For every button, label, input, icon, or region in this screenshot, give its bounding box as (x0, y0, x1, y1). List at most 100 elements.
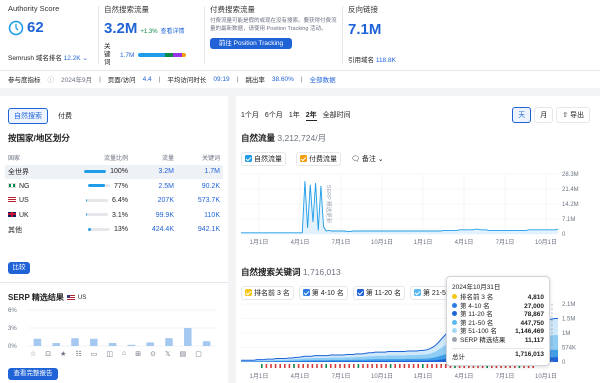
event-marker[interactable] (353, 364, 355, 368)
traffic-value[interactable]: 207K (131, 194, 177, 209)
event-marker[interactable] (408, 364, 410, 368)
serp-bar[interactable] (108, 343, 117, 346)
event-marker[interactable] (440, 364, 442, 368)
compare-button[interactable]: 比较 (8, 262, 30, 274)
event-marker[interactable] (412, 364, 415, 368)
event-marker[interactable] (274, 364, 277, 368)
event-marker[interactable] (417, 364, 419, 368)
referring-domains-value[interactable]: 118.8K (376, 57, 396, 64)
event-marker[interactable] (426, 364, 429, 368)
traffic-value[interactable]: 99.9K (131, 208, 177, 223)
table-row[interactable]: US 6.4% 207K 573.7K (5, 194, 223, 209)
keywords-value[interactable]: 90.2K (177, 179, 223, 194)
event-marker[interactable] (389, 364, 392, 368)
event-marker[interactable] (380, 364, 383, 368)
event-marker[interactable] (394, 364, 396, 368)
position-tracking-button[interactable]: 前往 Position Tracking (210, 38, 292, 49)
country-name[interactable]: 全世界 (5, 164, 77, 179)
kw-legend-item[interactable]: 第 11-20 名 (352, 286, 405, 300)
event-marker[interactable] (302, 364, 304, 368)
backlinks-value[interactable]: 7.1M (348, 21, 381, 38)
view-details-link[interactable]: 查看详情 (161, 26, 185, 35)
period-3[interactable]: 2年 (305, 110, 317, 121)
top-stories-icon[interactable]: ⊞ (135, 350, 141, 358)
country-name[interactable]: US (5, 194, 77, 209)
serp-bar[interactable] (202, 341, 211, 346)
event-marker[interactable] (297, 364, 300, 368)
legend-paid[interactable]: 付费流量 (296, 152, 341, 166)
local-pack-icon[interactable]: ⌂ (122, 350, 126, 358)
event-marker[interactable] (330, 364, 332, 368)
table-row[interactable]: 全世界 100% 3.2M 1.7M (5, 164, 223, 179)
keywords-value[interactable]: 942.1K (177, 223, 223, 238)
event-marker[interactable] (320, 364, 323, 368)
organic-traffic-value[interactable]: 3.2M (104, 20, 137, 37)
traffic-value[interactable]: 424.4K (131, 223, 177, 238)
image-pack-icon[interactable]: ⊡ (45, 350, 51, 358)
period-1[interactable]: 6个月 (265, 110, 283, 121)
period-0[interactable]: 1个月 (241, 110, 259, 121)
event-marker[interactable] (307, 364, 309, 368)
people-also-ask-icon[interactable]: ⊙ (150, 350, 156, 358)
granularity-day[interactable]: 天 (512, 107, 532, 123)
event-marker[interactable] (431, 364, 433, 368)
event-marker[interactable] (311, 364, 314, 368)
export-button[interactable]: ⇧ 导出 (556, 107, 590, 123)
ads-icon[interactable]: ▢ (195, 350, 202, 358)
country-name[interactable]: NG (5, 179, 77, 194)
notes-button[interactable]: 🗨 备注 ⌄ (351, 154, 384, 164)
event-marker[interactable] (293, 364, 295, 368)
tab-paid[interactable]: 付费 (52, 108, 78, 124)
serp-bar[interactable] (90, 338, 98, 346)
event-marker[interactable] (339, 364, 341, 368)
kw-legend-item[interactable]: 第 4-10 名 (298, 286, 348, 300)
chevron-down-icon[interactable]: ⌄ (82, 55, 87, 62)
view-full-report-button[interactable]: 查看完整报告 (8, 368, 58, 380)
event-marker[interactable] (422, 364, 424, 368)
featured-snippet-icon[interactable]: ▤ (180, 350, 187, 358)
faq-icon[interactable]: ☷ (75, 350, 81, 358)
event-marker[interactable] (366, 364, 369, 368)
serp-bar[interactable] (71, 338, 79, 346)
event-marker[interactable] (288, 364, 291, 368)
event-marker[interactable] (435, 364, 438, 368)
serp-bar[interactable] (184, 328, 192, 346)
event-marker[interactable] (265, 364, 268, 368)
serp-bar[interactable] (165, 338, 173, 346)
event-marker[interactable] (371, 364, 373, 368)
event-marker[interactable] (316, 364, 318, 368)
serp-bar[interactable] (146, 342, 154, 346)
event-marker[interactable] (399, 364, 401, 368)
event-marker[interactable] (343, 364, 346, 368)
table-row[interactable]: NG 77% 2.5M 90.2K (5, 179, 223, 194)
knowledge-panel-icon[interactable]: ◫ (106, 350, 113, 358)
kw-legend-item[interactable]: 排名前 3 名 (241, 286, 294, 300)
serp-bar[interactable] (33, 338, 42, 346)
event-marker[interactable] (385, 364, 387, 368)
domain-rank-value[interactable]: 12.2K (64, 55, 81, 62)
country-name[interactable]: UK (5, 208, 77, 223)
event-marker[interactable] (362, 364, 364, 368)
event-marker[interactable] (279, 364, 281, 368)
keywords-value[interactable]: 1.7M (120, 52, 134, 59)
event-marker[interactable] (325, 364, 327, 368)
tab-organic[interactable]: 自然搜索 (8, 108, 48, 124)
all-data-link[interactable]: 全部数据 (310, 74, 336, 84)
event-marker[interactable] (376, 364, 378, 368)
traffic-value[interactable]: 3.2M (131, 164, 177, 179)
traffic-value[interactable]: 2.5M (131, 179, 177, 194)
video-icon[interactable]: ▭ (91, 350, 98, 358)
period-2[interactable]: 1年 (289, 110, 300, 121)
table-row[interactable]: UK 3.1% 99.9K 110K (5, 208, 223, 223)
country-name[interactable]: 其他 (5, 223, 77, 238)
event-marker[interactable] (270, 364, 272, 368)
legend-organic[interactable]: 自然流量 (241, 152, 286, 166)
serp-bar[interactable] (52, 343, 60, 346)
twitter-icon[interactable]: 𝕏 (165, 350, 171, 358)
event-marker[interactable] (334, 364, 337, 368)
reviews-icon[interactable]: ★ (60, 350, 66, 358)
serp-bar[interactable] (127, 344, 136, 346)
event-marker[interactable] (284, 364, 286, 368)
table-row[interactable]: 其他 13% 424.4K 942.1K (5, 223, 223, 238)
event-marker[interactable] (261, 364, 263, 368)
